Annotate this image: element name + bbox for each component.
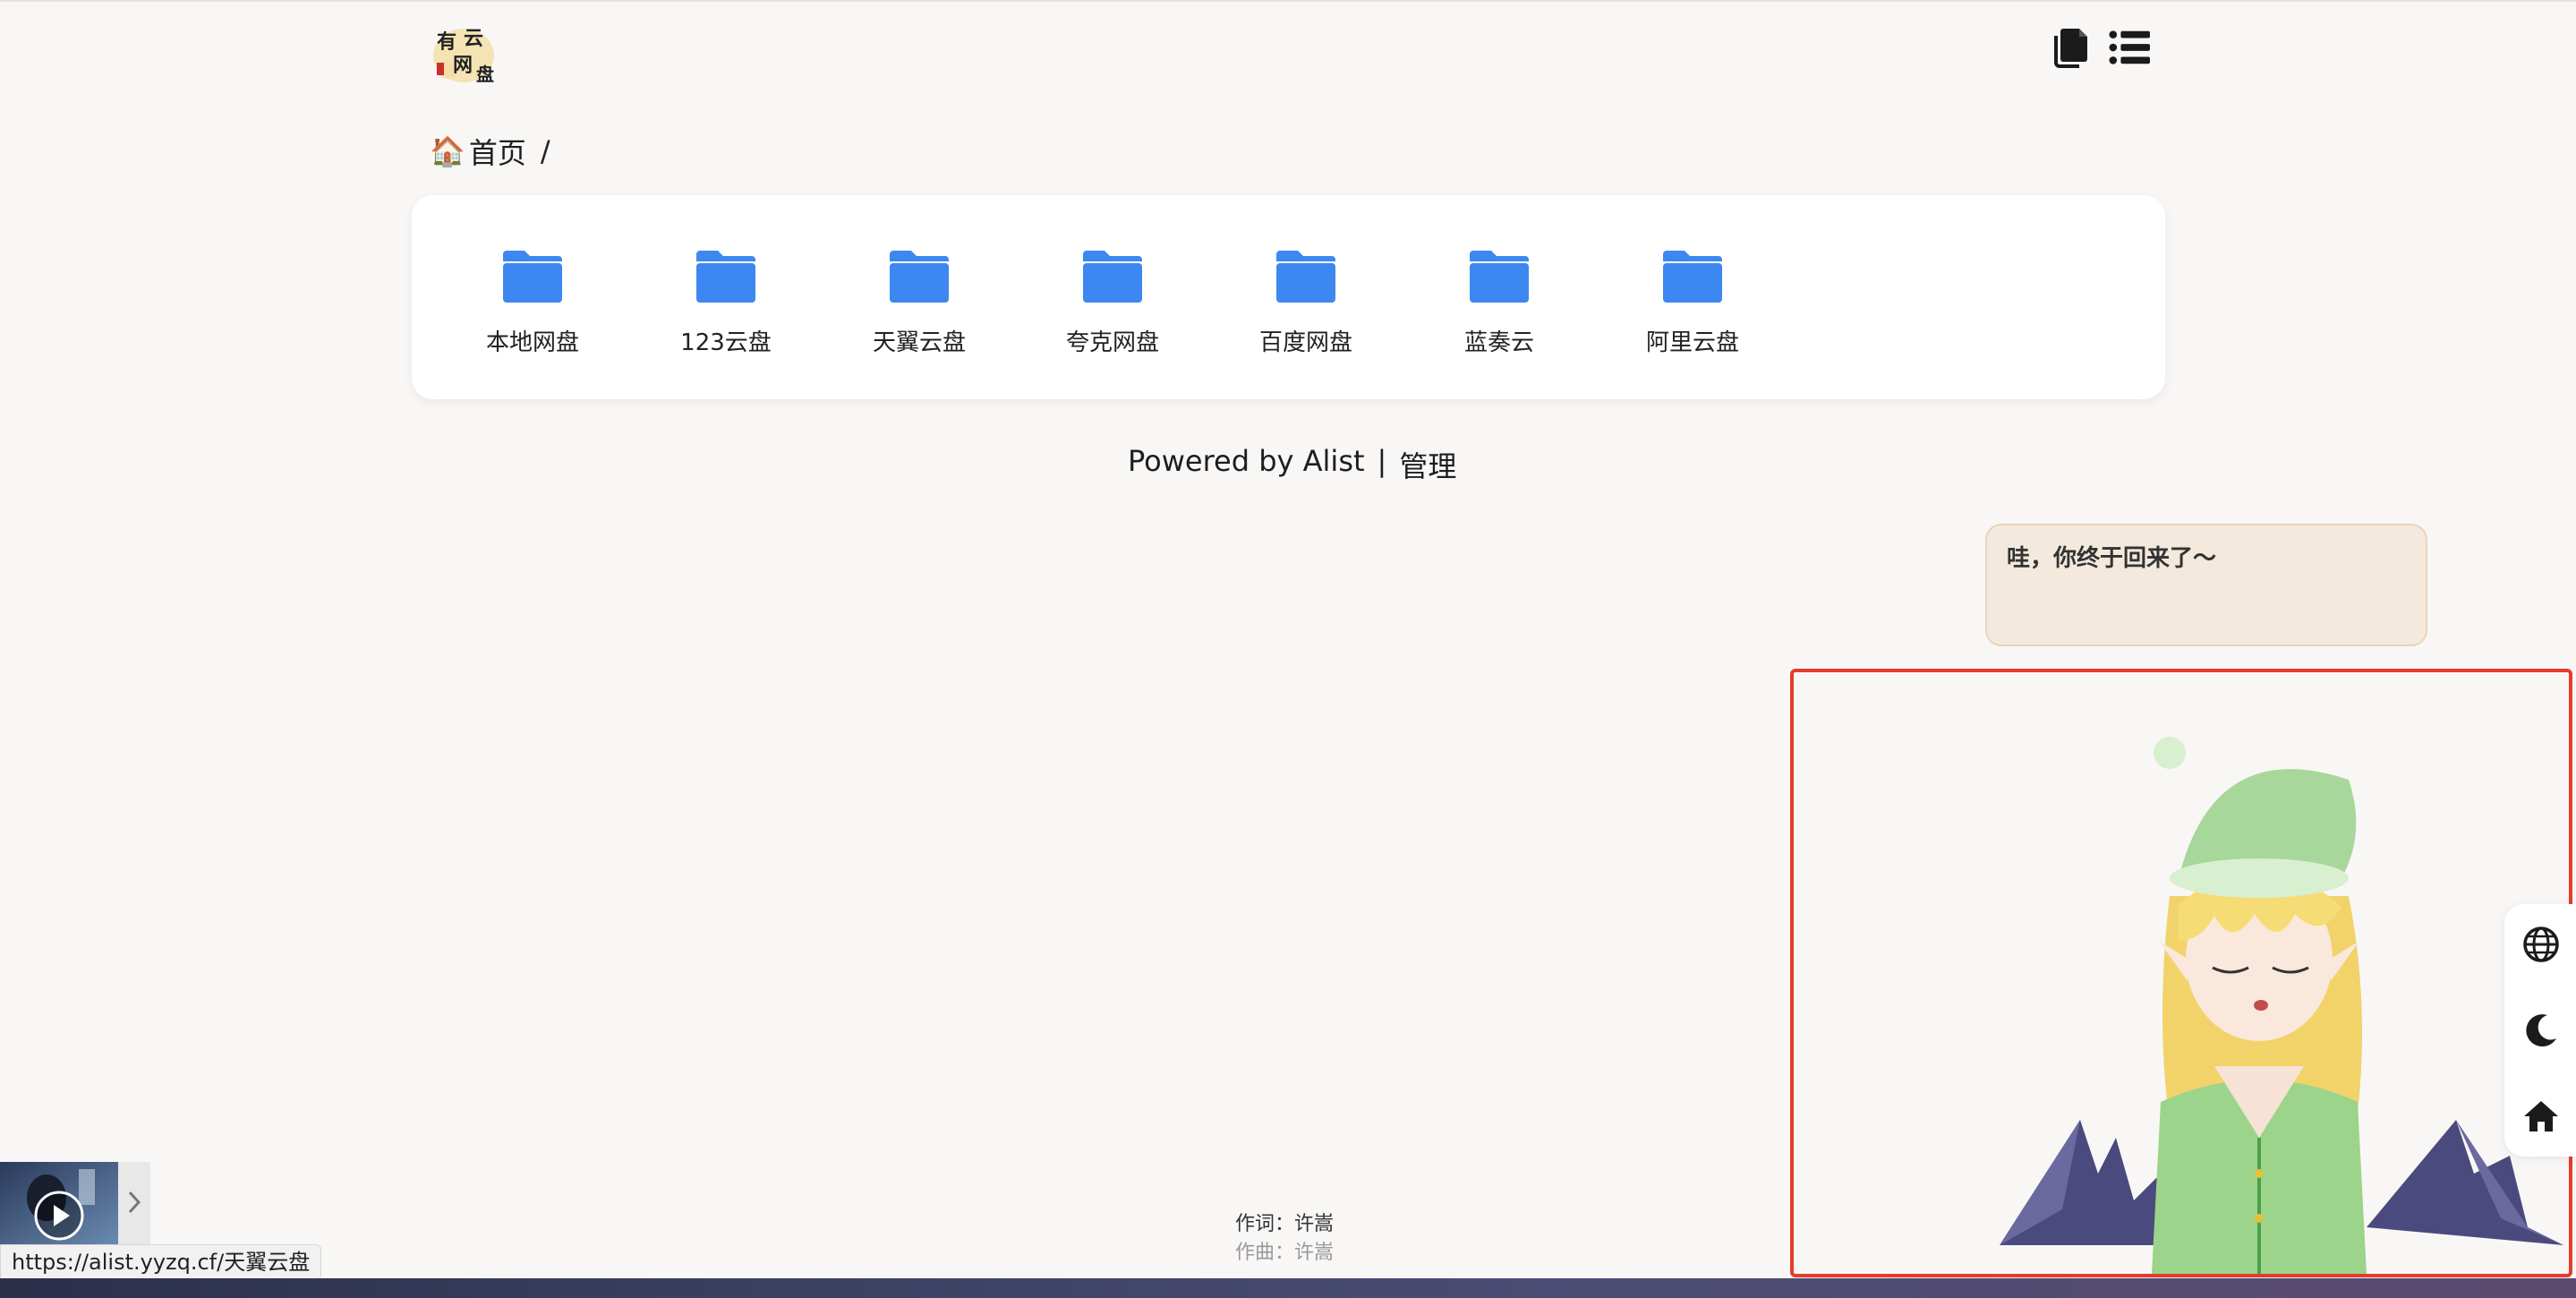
footer-divider: | (1377, 444, 1387, 478)
breadcrumb: 🏠 首页 / (430, 131, 550, 172)
list-view-icon (2109, 30, 2150, 64)
dark-mode-toggle[interactable] (2522, 1012, 2560, 1049)
globe-icon (2523, 927, 2559, 962)
folder-item[interactable]: 阿里云盘 (1608, 247, 1778, 357)
mascot-character-image (2000, 737, 2563, 1274)
footer-powered: Powered by Alist | 管理 (1128, 444, 1456, 485)
folder-icon (1276, 251, 1335, 303)
play-icon (34, 1191, 84, 1241)
breadcrumb-home[interactable]: 🏠 首页 (430, 131, 526, 172)
folder-name: 夸克网盘 (1065, 329, 1159, 356)
folder-item[interactable]: 百度网盘 (1221, 247, 1391, 357)
svg-text:有: 有 (437, 30, 456, 54)
folder-name: 阿里云盘 (1645, 329, 1739, 356)
logo-image: 有 云 网 盘 (433, 27, 494, 85)
lyric-line-next: 作曲：许嵩 (1235, 1242, 1335, 1264)
folder-name: 天翼云盘 (872, 329, 966, 356)
admin-link[interactable]: 管理 (1399, 444, 1456, 485)
home-emoji-icon: 🏠 (430, 134, 465, 168)
folder-icon (890, 251, 949, 303)
live2d-mascot[interactable] (1790, 669, 2572, 1277)
chevron-right-icon (128, 1191, 141, 1214)
breadcrumb-separator: / (540, 134, 550, 168)
folder-item[interactable]: 本地网盘 (448, 247, 618, 357)
breadcrumb-home-label: 首页 (468, 136, 526, 170)
player-expand-button[interactable] (125, 1189, 143, 1219)
site-logo[interactable]: 有 云 网 盘 (428, 18, 505, 90)
lyric-line-current: 作词：许嵩 (1235, 1213, 1335, 1235)
side-toolbar (2504, 904, 2576, 1157)
folder-item[interactable]: 蓝奏云 (1414, 247, 1584, 357)
folder-name: 本地网盘 (485, 329, 579, 356)
status-bar-url: https://alist.yyzq.cf/天翼云盘 (0, 1244, 322, 1280)
mascot-speech-bubble: 哇，你终于回来了～ (1985, 524, 2427, 646)
folder-item[interactable]: 夸克网盘 (1028, 247, 1198, 357)
folder-name: 123云盘 (680, 329, 772, 356)
svg-text:云: 云 (464, 27, 483, 50)
lyrics-display: 作词：许嵩 作曲：许嵩 (1235, 1210, 1334, 1268)
svg-text:网: 网 (453, 54, 473, 77)
folder-icon (1663, 251, 1722, 303)
folder-item[interactable]: 天翼云盘 (834, 247, 1004, 357)
header-actions (2050, 25, 2150, 70)
list-view-button[interactable] (2109, 25, 2150, 70)
folder-name: 百度网盘 (1258, 329, 1352, 356)
home-icon (2524, 1101, 2558, 1131)
folder-icon (503, 251, 562, 303)
svg-text:盘: 盘 (476, 64, 494, 85)
folder-icon (696, 251, 755, 303)
folder-icon (1083, 251, 1142, 303)
taskbar-strip (0, 1278, 2576, 1298)
play-button[interactable] (32, 1189, 86, 1246)
folder-list-card: 本地网盘 123云盘 天翼云盘 夸克网盘 百度网盘 蓝奏云 阿里云盘 (412, 195, 2165, 399)
folder-name: 蓝奏云 (1463, 329, 1534, 356)
language-button[interactable] (2522, 926, 2560, 963)
copy-button[interactable] (2050, 25, 2091, 70)
folder-item[interactable]: 123云盘 (641, 247, 811, 357)
mascot-speech-text: 哇，你终于回来了～ (2007, 545, 2217, 572)
home-button[interactable] (2522, 1097, 2560, 1135)
copy-icon (2054, 29, 2087, 68)
moon-icon (2526, 1014, 2556, 1047)
top-rule (0, 0, 2576, 2)
powered-by-link[interactable]: Powered by Alist (1128, 444, 1365, 485)
music-player (0, 1162, 150, 1244)
folder-icon (1470, 251, 1529, 303)
